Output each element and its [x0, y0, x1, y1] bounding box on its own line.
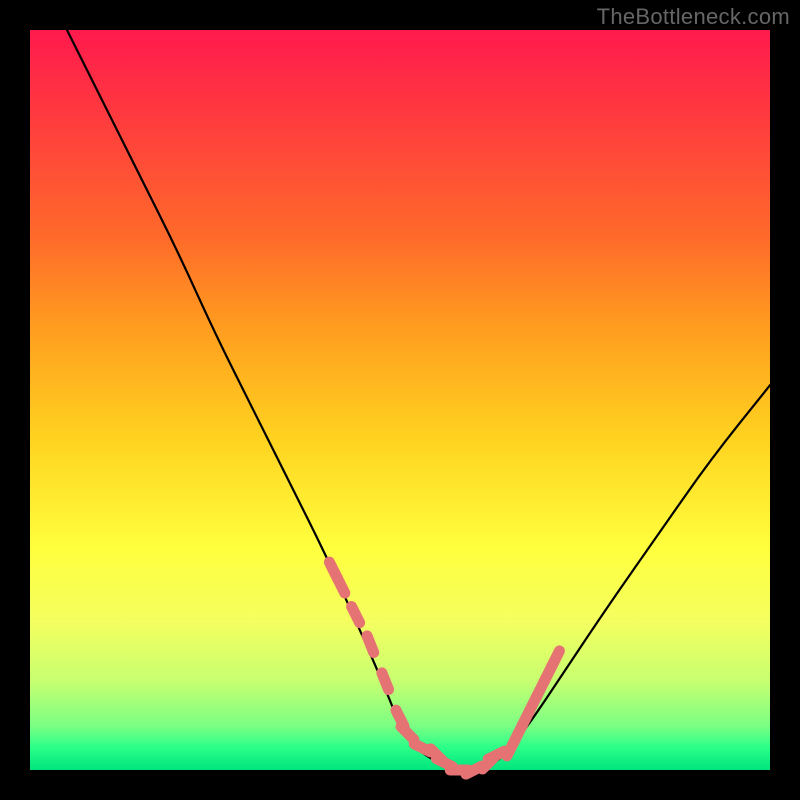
attribution-text: TheBottleneck.com — [597, 4, 790, 30]
chart-frame: TheBottleneck.com — [0, 0, 800, 800]
highlight-markers — [329, 562, 559, 774]
marker-dash — [337, 577, 345, 593]
plot-area — [30, 30, 770, 770]
marker-dash — [401, 727, 414, 740]
marker-dash — [352, 607, 360, 623]
curve-svg — [30, 30, 770, 770]
bottleneck-curve — [67, 30, 770, 770]
marker-dash — [551, 651, 559, 667]
marker-dash — [367, 636, 374, 653]
marker-dash — [382, 673, 389, 690]
